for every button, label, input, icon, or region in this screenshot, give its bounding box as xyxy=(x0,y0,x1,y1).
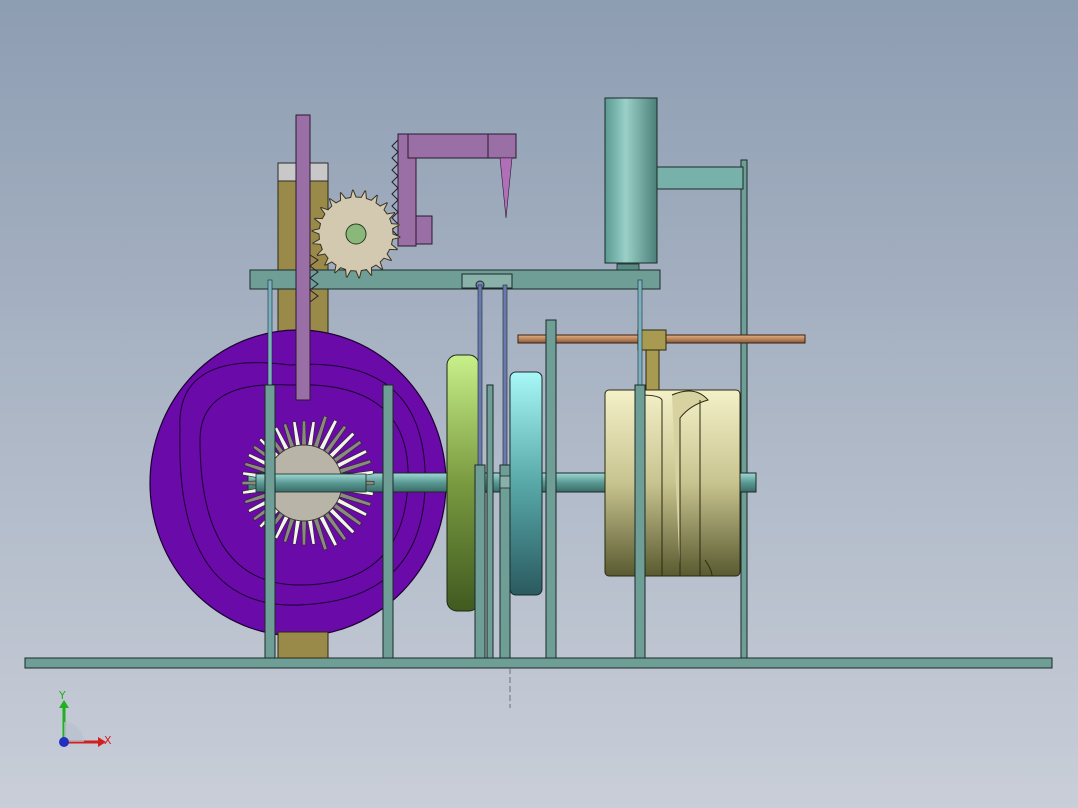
cylinder-foot xyxy=(616,263,640,271)
bevel-tooth xyxy=(301,420,307,446)
pull-rod-a xyxy=(477,284,483,476)
guide-rod-right xyxy=(637,279,643,391)
drum-cam[interactable] xyxy=(604,389,741,577)
assembly-model[interactable]: X Y xyxy=(0,0,1078,808)
cylinder-arm[interactable] xyxy=(651,166,744,190)
support-post-3[interactable] xyxy=(474,464,486,659)
support-post-6[interactable] xyxy=(545,319,557,659)
support-post-4[interactable] xyxy=(486,384,494,659)
cyan-disc[interactable] xyxy=(509,371,543,596)
olive-column-lower xyxy=(277,631,329,659)
cad-viewport[interactable]: X Y xyxy=(0,0,1078,808)
guide-rod-left xyxy=(267,279,273,391)
y-axis-label: Y xyxy=(58,689,66,702)
support-post-7[interactable] xyxy=(634,384,646,659)
upper-rack-arm[interactable] xyxy=(391,133,517,247)
x-axis-label: X xyxy=(104,734,112,747)
right-post[interactable] xyxy=(740,159,748,659)
shaft-collar xyxy=(499,475,511,489)
support-post-1[interactable] xyxy=(264,384,276,659)
green-disc[interactable] xyxy=(446,354,480,612)
support-post-2[interactable] xyxy=(382,384,394,659)
pull-rod-b xyxy=(502,284,508,476)
axis-triad[interactable]: X Y xyxy=(58,689,112,747)
base-plate[interactable] xyxy=(24,657,1053,669)
vertical-cylinder[interactable] xyxy=(604,97,658,264)
rod-slide-post xyxy=(645,349,660,396)
support-post-5[interactable] xyxy=(499,464,511,659)
vertical-rack[interactable] xyxy=(295,114,311,401)
bevel-tooth xyxy=(301,520,307,546)
